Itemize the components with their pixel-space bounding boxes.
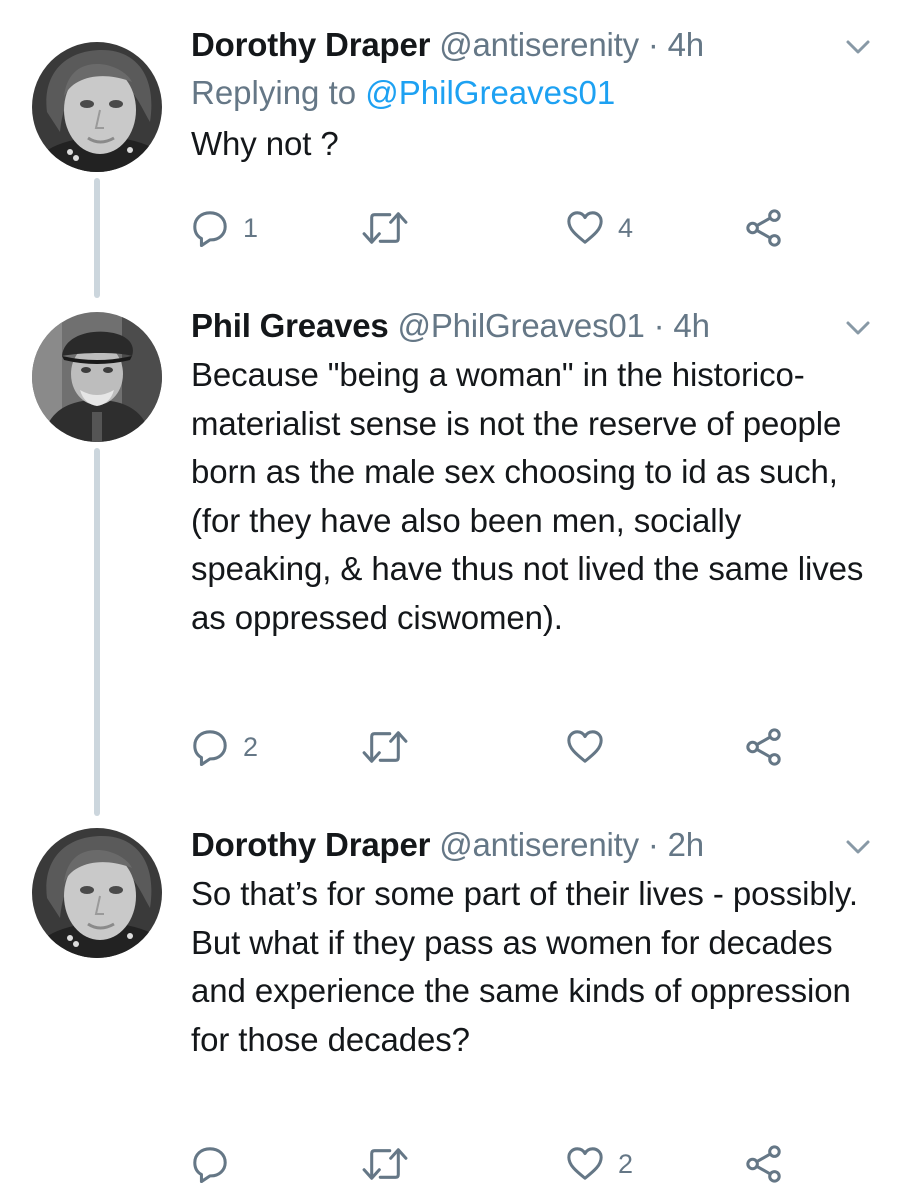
like-count: 2 — [618, 1149, 634, 1179]
replying-to: Replying to @PhilGreaves01 — [191, 68, 873, 118]
user-handle[interactable]: @antiserenity — [439, 26, 639, 63]
tweet-text: Because "being a woman" in the historico… — [191, 356, 864, 636]
reply-button[interactable] — [191, 1142, 243, 1186]
tweet-header: Phil Greaves @PhilGreaves01 · 4h — [191, 303, 873, 349]
reply-button[interactable]: 2 — [191, 725, 258, 769]
tweet-actions: 2 — [191, 1142, 791, 1186]
tweet-body: Dorothy Draper @antiserenity · 2h So tha… — [191, 822, 873, 1064]
heart-icon — [566, 1145, 604, 1183]
avatar-woman-photo — [32, 42, 162, 172]
tweet-body: Dorothy Draper @antiserenity · 4h Replyi… — [191, 22, 873, 169]
share-icon — [743, 728, 785, 766]
retweet-icon — [361, 1145, 409, 1183]
display-name[interactable]: Dorothy Draper — [191, 826, 430, 863]
chevron-down-icon[interactable] — [843, 32, 873, 62]
share-button[interactable] — [743, 206, 785, 250]
retweet-button[interactable] — [361, 1142, 423, 1186]
like-button[interactable]: 4 — [566, 206, 633, 250]
replying-prefix: Replying to — [191, 74, 366, 111]
user-handle[interactable]: @antiserenity — [439, 826, 639, 863]
retweet-button[interactable] — [361, 725, 423, 769]
separator-dot: · — [647, 26, 659, 63]
user-handle[interactable]: @PhilGreaves01 — [398, 307, 645, 344]
reply-icon — [191, 209, 229, 247]
share-button[interactable] — [743, 725, 785, 769]
avatar[interactable] — [32, 312, 162, 442]
retweet-button[interactable] — [361, 206, 423, 250]
separator-dot: · — [647, 826, 659, 863]
share-icon — [743, 1145, 785, 1183]
timestamp[interactable]: 4h — [668, 26, 705, 63]
avatar[interactable] — [32, 42, 162, 172]
retweet-icon — [361, 209, 409, 247]
avatar[interactable] — [32, 828, 162, 958]
tweet[interactable]: Phil Greaves @PhilGreaves01 · 4h Because… — [0, 300, 901, 816]
separator-dot: · — [653, 307, 665, 344]
share-button[interactable] — [743, 1142, 785, 1186]
avatar-woman-photo — [32, 828, 162, 958]
chevron-down-icon[interactable] — [843, 832, 873, 862]
display-name[interactable]: Dorothy Draper — [191, 26, 430, 63]
tweet[interactable]: Dorothy Draper @antiserenity · 4h Replyi… — [0, 0, 901, 300]
heart-icon — [566, 209, 604, 247]
like-button[interactable]: 2 — [566, 1142, 633, 1186]
timestamp[interactable]: 2h — [668, 826, 705, 863]
tweet-body: Phil Greaves @PhilGreaves01 · 4h Because… — [191, 303, 873, 642]
like-button[interactable] — [566, 725, 618, 769]
reply-icon — [191, 728, 229, 766]
like-count: 4 — [618, 213, 634, 243]
tweet-text: So that’s for some part of their lives -… — [191, 875, 858, 1058]
mention-link[interactable]: @PhilGreaves01 — [365, 74, 615, 111]
display-name[interactable]: Phil Greaves — [191, 307, 389, 344]
reply-button[interactable]: 1 — [191, 206, 258, 250]
chevron-down-icon[interactable] — [843, 313, 873, 343]
timestamp[interactable]: 4h — [673, 307, 710, 344]
heart-icon — [566, 728, 604, 766]
reply-icon — [191, 1145, 229, 1183]
retweet-icon — [361, 728, 409, 766]
reply-count: 2 — [243, 732, 259, 762]
tweet-actions: 1 4 — [191, 206, 791, 250]
tweet[interactable]: Dorothy Draper @antiserenity · 2h So tha… — [0, 816, 901, 1200]
reply-count: 1 — [243, 213, 259, 243]
tweet-header: Dorothy Draper @antiserenity · 4h — [191, 22, 873, 68]
tweet-actions: 2 — [191, 725, 791, 769]
tweet-text: Why not ? — [191, 125, 339, 162]
share-icon — [743, 209, 785, 247]
tweet-header: Dorothy Draper @antiserenity · 2h — [191, 822, 873, 868]
avatar-man-photo — [32, 312, 162, 442]
